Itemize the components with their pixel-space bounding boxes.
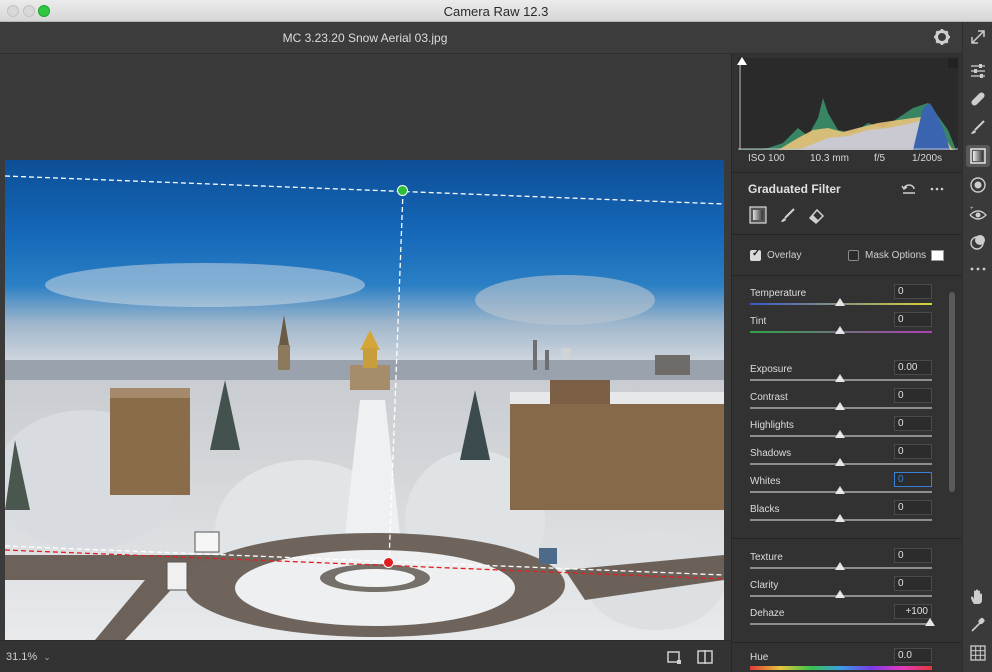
mask-options-label: Mask Options bbox=[865, 250, 927, 261]
divider bbox=[732, 234, 963, 235]
panel-title: Graduated Filter bbox=[748, 182, 841, 196]
slider-value-input[interactable]: 0 bbox=[894, 388, 932, 403]
exif-aperture: f/5 bbox=[874, 153, 886, 164]
exif-focal-length: 10.3 mm bbox=[810, 153, 849, 164]
healing-icon[interactable] bbox=[969, 90, 987, 108]
brush-icon[interactable] bbox=[969, 118, 987, 136]
divider bbox=[732, 275, 963, 276]
divider bbox=[732, 538, 963, 539]
adjustment-panel: ISO 100 10.3 mm f/5 1/200s Graduated Fil… bbox=[731, 54, 963, 672]
window-titlebar: Camera Raw 12.3 bbox=[0, 0, 992, 22]
panel-scrollbar[interactable] bbox=[949, 292, 955, 492]
slider-thumb[interactable] bbox=[835, 430, 845, 438]
slider-label: Dehaze bbox=[750, 608, 785, 619]
slider-value-input[interactable]: 0 bbox=[894, 548, 932, 563]
slider-label: Whites bbox=[750, 476, 781, 487]
slider-thumb[interactable] bbox=[925, 618, 935, 626]
image-canvas[interactable] bbox=[0, 54, 731, 640]
slider-value-input[interactable]: 0 bbox=[894, 312, 932, 327]
filter-end-pin[interactable] bbox=[383, 557, 394, 568]
mask-options-checkbox[interactable] bbox=[848, 250, 859, 261]
slider-thumb[interactable] bbox=[835, 486, 845, 494]
fullscreen-icon[interactable] bbox=[969, 28, 987, 46]
tool-rail: + bbox=[962, 22, 992, 672]
eyedropper-icon[interactable] bbox=[969, 616, 987, 634]
new-filter-mode-icon[interactable] bbox=[749, 206, 767, 224]
photo-image bbox=[5, 160, 724, 640]
slider-value-input[interactable]: 0 bbox=[894, 576, 932, 591]
reset-icon[interactable] bbox=[900, 180, 918, 198]
slider-value-input[interactable]: 0.0 bbox=[894, 648, 932, 663]
window-title: Camera Raw 12.3 bbox=[443, 4, 549, 19]
brush-icon[interactable] bbox=[779, 206, 797, 224]
gear-icon[interactable] bbox=[933, 28, 951, 46]
slider-value-input[interactable]: 0 bbox=[894, 284, 932, 299]
slider-thumb[interactable] bbox=[835, 590, 845, 598]
shadow-clipping-icon[interactable] bbox=[737, 57, 747, 65]
filter-start-pin[interactable] bbox=[397, 185, 408, 196]
photo-preview[interactable] bbox=[5, 160, 724, 640]
presets-icon[interactable] bbox=[969, 233, 987, 251]
zoom-level-dropdown[interactable]: 31.1% ⌄ bbox=[6, 651, 51, 663]
hand-icon[interactable] bbox=[969, 588, 987, 606]
camera-raw-app: Camera Raw 12.3 MC 3.23.20 Snow Aerial 0… bbox=[0, 0, 992, 672]
exif-info: ISO 100 10.3 mm f/5 1/200s bbox=[732, 153, 963, 169]
highlight-clipping-icon[interactable] bbox=[948, 58, 958, 68]
divider bbox=[732, 172, 963, 173]
slider-label: Shadows bbox=[750, 448, 792, 459]
overlay-checkbox[interactable] bbox=[750, 248, 761, 261]
slider-thumb[interactable] bbox=[835, 458, 845, 466]
slider-label: Tint bbox=[750, 316, 767, 327]
redeye-icon[interactable]: + bbox=[969, 205, 987, 223]
overlay-label: Overlay bbox=[767, 250, 802, 261]
mask-color-swatch[interactable] bbox=[931, 250, 944, 261]
radial-filter-icon[interactable] bbox=[969, 176, 987, 194]
edit-sliders-icon[interactable] bbox=[969, 62, 987, 80]
eraser-icon[interactable] bbox=[807, 206, 825, 225]
more-icon[interactable] bbox=[969, 260, 987, 278]
slider-value-input[interactable]: 0 bbox=[894, 500, 932, 515]
exif-shutter: 1/200s bbox=[912, 153, 943, 164]
slider-track[interactable] bbox=[750, 623, 932, 625]
histogram bbox=[737, 57, 958, 150]
slider-label: Clarity bbox=[750, 580, 779, 591]
file-header: MC 3.23.20 Snow Aerial 03.jpg bbox=[0, 22, 962, 54]
bottom-toolbar: 31.1% ⌄ bbox=[0, 640, 731, 672]
svg-text:+: + bbox=[970, 206, 974, 212]
slider-thumb[interactable] bbox=[835, 298, 845, 306]
single-view-icon[interactable] bbox=[666, 649, 682, 665]
slider-value-input[interactable]: 0.00 bbox=[894, 360, 932, 375]
slider-thumb[interactable] bbox=[835, 374, 845, 382]
slider-thumb[interactable] bbox=[835, 562, 845, 570]
slider-label: Exposure bbox=[750, 364, 793, 375]
slider-track[interactable] bbox=[750, 666, 932, 670]
graduated-filter-icon[interactable] bbox=[966, 145, 990, 167]
exif-iso: ISO 100 bbox=[748, 153, 785, 164]
slider-thumb[interactable] bbox=[835, 402, 845, 410]
slider-value-input[interactable]: +100 bbox=[894, 604, 932, 619]
slider-thumb[interactable] bbox=[835, 514, 845, 522]
slider-label: Contrast bbox=[750, 392, 788, 403]
slider-label: Hue bbox=[750, 652, 769, 663]
zoom-level-value: 31.1% bbox=[6, 651, 38, 663]
slider-value-input[interactable]: 0 bbox=[894, 416, 932, 431]
slider-label: Blacks bbox=[750, 504, 780, 515]
grid-icon[interactable] bbox=[969, 644, 987, 662]
more-options-icon[interactable] bbox=[928, 180, 946, 198]
divider bbox=[732, 642, 963, 643]
slider-label: Highlights bbox=[750, 420, 794, 431]
file-name: MC 3.23.20 Snow Aerial 03.jpg bbox=[282, 31, 448, 45]
compare-view-icon[interactable] bbox=[697, 649, 713, 665]
chevron-down-icon: ⌄ bbox=[43, 652, 51, 662]
slider-thumb[interactable] bbox=[835, 326, 845, 334]
slider-label: Temperature bbox=[750, 288, 807, 299]
slider-value-input[interactable]: 0 bbox=[894, 444, 932, 459]
slider-label: Texture bbox=[750, 552, 783, 563]
slider-value-input[interactable]: 0 bbox=[894, 472, 932, 487]
